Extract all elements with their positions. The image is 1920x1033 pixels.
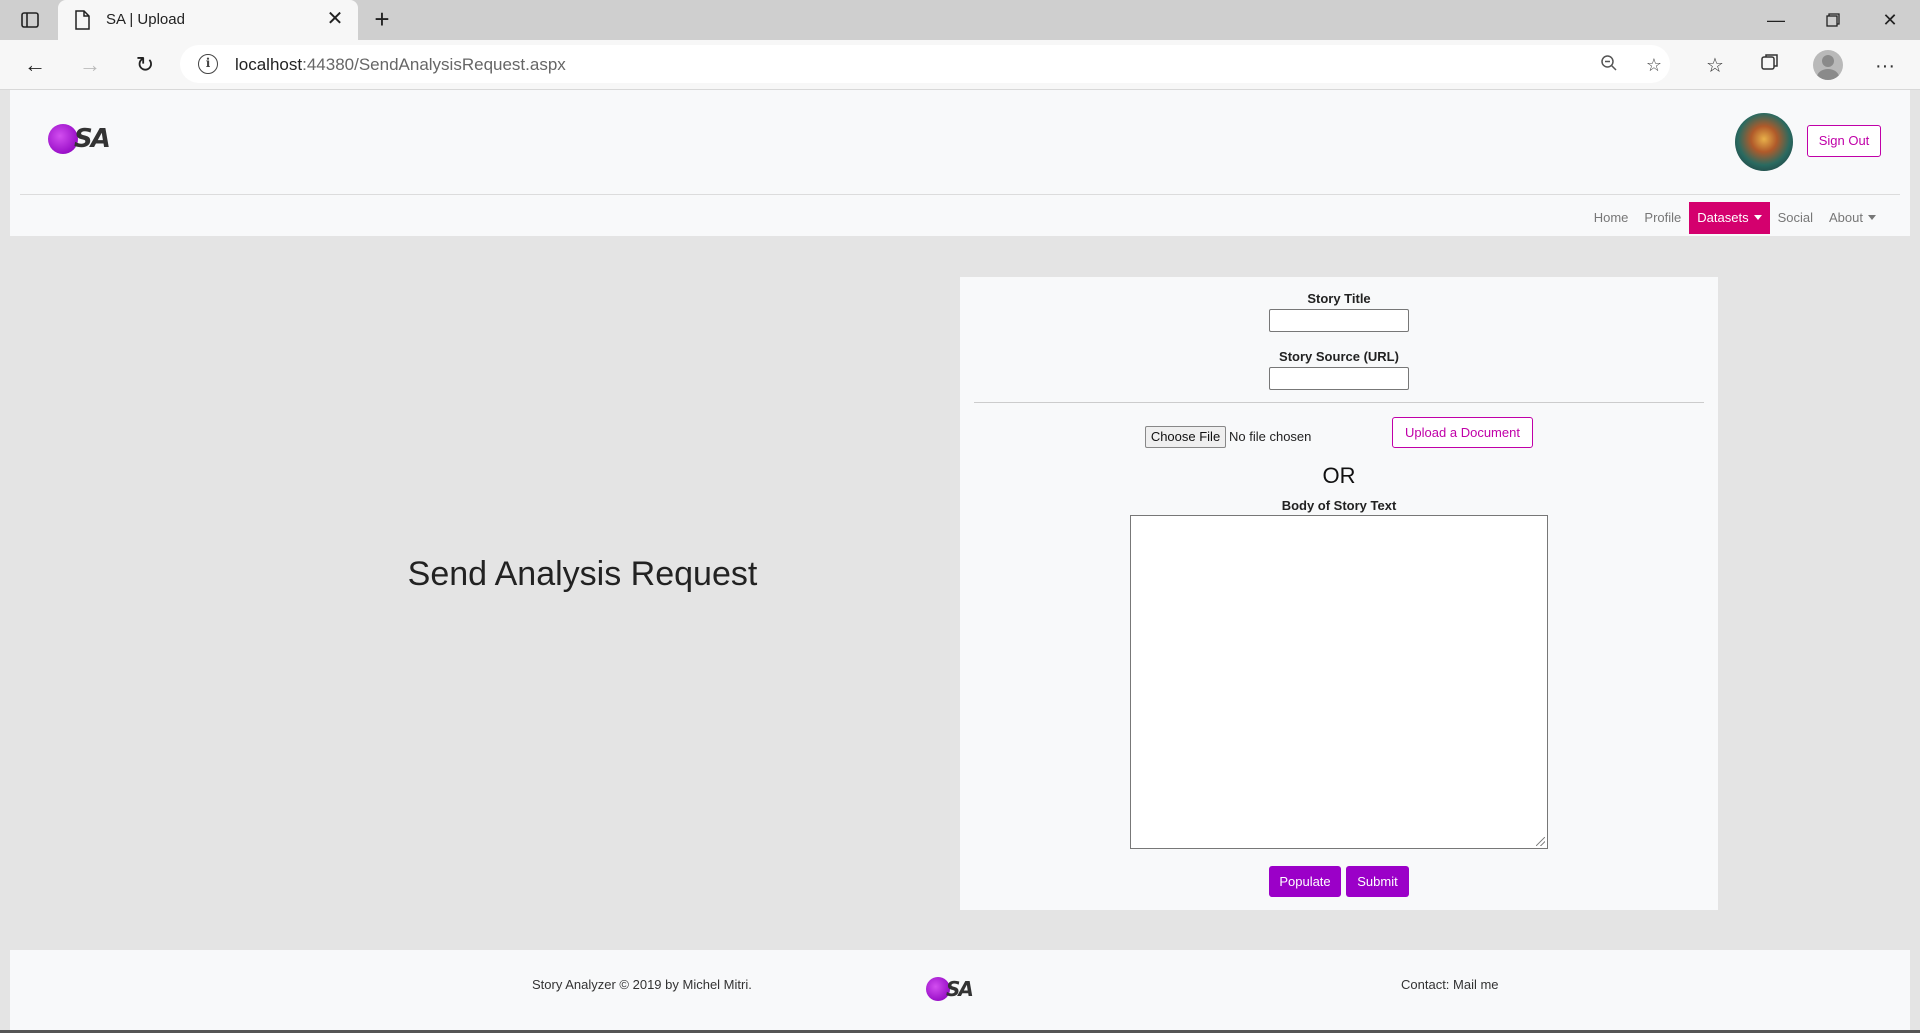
forward-arrow-icon[interactable]: → bbox=[76, 52, 104, 80]
or-separator: OR bbox=[1322, 463, 1356, 488]
nav-social[interactable]: Social bbox=[1770, 202, 1821, 234]
logo-text: SA bbox=[74, 124, 111, 154]
footer-logo[interactable]: SA bbox=[926, 977, 974, 1001]
no-file-text: No file chosen bbox=[1229, 429, 1312, 444]
upload-document-button[interactable]: Upload a Document bbox=[1392, 417, 1533, 448]
url-text[interactable]: localhost:44380/SendAnalysisRequest.aspx bbox=[235, 55, 566, 75]
profile-icon[interactable] bbox=[1813, 50, 1843, 80]
back-arrow-icon[interactable]: ← bbox=[21, 52, 49, 80]
browser-tab-bar: SA | Upload ✕ + — ✕ bbox=[0, 0, 1920, 40]
favorites-icon[interactable]: ☆ bbox=[1701, 52, 1729, 80]
populate-button[interactable]: Populate bbox=[1269, 866, 1341, 897]
info-icon[interactable]: i bbox=[198, 54, 218, 74]
site-header: SA Sign Out Home Profile Datasets Social… bbox=[10, 90, 1910, 236]
more-icon[interactable]: ··· bbox=[1871, 52, 1899, 80]
submit-button[interactable]: Submit bbox=[1346, 866, 1409, 897]
nav-about[interactable]: About bbox=[1821, 202, 1884, 234]
nav-profile[interactable]: Profile bbox=[1636, 202, 1689, 234]
footer-contact[interactable]: Contact: Mail me bbox=[1401, 977, 1499, 992]
nav-datasets[interactable]: Datasets bbox=[1689, 202, 1770, 234]
chevron-down-icon bbox=[1868, 215, 1876, 220]
browser-toolbar: ← → ↻ i localhost:44380/SendAnalysisRequ… bbox=[0, 40, 1920, 90]
story-source-label: Story Source (URL) bbox=[1279, 349, 1399, 364]
collections-icon[interactable] bbox=[1756, 52, 1784, 80]
url-path: :44380/SendAnalysisRequest.aspx bbox=[302, 55, 566, 74]
new-tab-icon[interactable]: + bbox=[368, 6, 396, 34]
avatar[interactable] bbox=[1735, 113, 1793, 171]
header-divider bbox=[20, 194, 1900, 195]
site-logo[interactable]: SA bbox=[48, 124, 111, 154]
close-window-icon[interactable]: ✕ bbox=[1872, 6, 1908, 34]
nav-home[interactable]: Home bbox=[1586, 202, 1637, 234]
site-footer: Story Analyzer © 2019 by Michel Mitri. S… bbox=[10, 950, 1910, 1033]
body-text-area[interactable] bbox=[1130, 515, 1548, 849]
main-nav: Home Profile Datasets Social About bbox=[1586, 202, 1884, 234]
tab-actions-icon[interactable] bbox=[18, 9, 42, 31]
story-source-input[interactable] bbox=[1269, 367, 1409, 390]
sign-out-button[interactable]: Sign Out bbox=[1807, 125, 1881, 157]
page-icon bbox=[74, 10, 94, 30]
page-title: Send Analysis Request bbox=[407, 555, 758, 593]
chevron-down-icon bbox=[1753, 215, 1762, 220]
upload-form-panel: Story Title Story Source (URL) Choose Fi… bbox=[960, 277, 1718, 910]
address-bar[interactable]: i localhost:44380/SendAnalysisRequest.as… bbox=[180, 45, 1670, 83]
story-title-input[interactable] bbox=[1269, 309, 1409, 332]
restore-icon[interactable] bbox=[1815, 6, 1851, 34]
refresh-icon[interactable]: ↻ bbox=[131, 52, 159, 80]
zoom-out-icon[interactable] bbox=[1598, 54, 1620, 76]
add-favorite-icon[interactable]: ☆ bbox=[1643, 54, 1665, 76]
tab-title: SA | Upload bbox=[106, 11, 185, 28]
form-divider bbox=[974, 402, 1704, 403]
resize-handle-icon[interactable] bbox=[1536, 837, 1545, 846]
browser-tab[interactable]: SA | Upload ✕ bbox=[58, 0, 358, 40]
minimize-icon[interactable]: — bbox=[1758, 6, 1794, 34]
body-text-label: Body of Story Text bbox=[1281, 498, 1397, 513]
nav-datasets-label: Datasets bbox=[1697, 210, 1749, 225]
nav-about-label: About bbox=[1829, 210, 1863, 225]
url-host: localhost bbox=[235, 55, 303, 74]
footer-logo-text: SA bbox=[946, 977, 974, 1001]
footer-copyright: Story Analyzer © 2019 by Michel Mitri. bbox=[532, 977, 752, 992]
close-tab-icon[interactable]: ✕ bbox=[324, 8, 346, 30]
story-title-label: Story Title bbox=[1307, 291, 1371, 306]
choose-file-button[interactable]: Choose File bbox=[1145, 426, 1226, 448]
